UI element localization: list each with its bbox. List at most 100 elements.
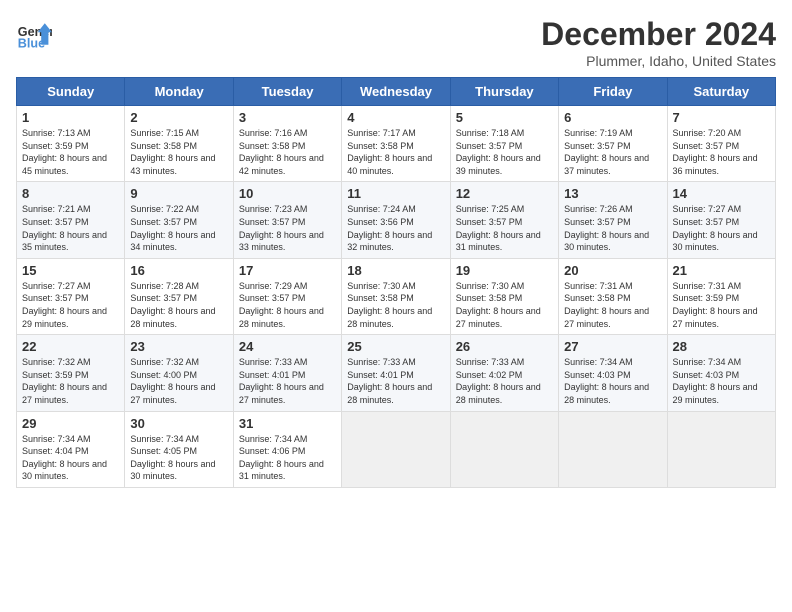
day-number: 29 xyxy=(22,416,119,431)
calendar-week-row: 22 Sunrise: 7:32 AMSunset: 3:59 PMDayligh… xyxy=(17,335,776,411)
day-info: Sunrise: 7:26 AMSunset: 3:57 PMDaylight:… xyxy=(564,203,661,253)
column-header-sunday: Sunday xyxy=(17,78,125,106)
day-number: 27 xyxy=(564,339,661,354)
calendar-cell: 30 Sunrise: 7:34 AMSunset: 4:05 PMDayligh… xyxy=(125,411,233,487)
calendar-cell: 8Sunrise: 7:21 AMSunset: 3:57 PMDaylight… xyxy=(17,182,125,258)
day-number: 13 xyxy=(564,186,661,201)
day-info: Sunrise: 7:15 AMSunset: 3:58 PMDaylight:… xyxy=(130,127,227,177)
calendar-cell: 15 Sunrise: 7:27 AMSunset: 3:57 PMDayligh… xyxy=(17,258,125,334)
day-info: Sunrise: 7:19 AMSunset: 3:57 PMDaylight:… xyxy=(564,127,661,177)
logo-icon: General Blue xyxy=(16,16,52,52)
calendar-cell: 31Sunrise: 7:34 AMSunset: 4:06 PMDayligh… xyxy=(233,411,341,487)
calendar-cell: 22 Sunrise: 7:32 AMSunset: 3:59 PMDayligh… xyxy=(17,335,125,411)
day-number: 10 xyxy=(239,186,336,201)
day-info: Sunrise: 7:23 AMSunset: 3:57 PMDaylight:… xyxy=(239,203,336,253)
day-number: 2 xyxy=(130,110,227,125)
day-number: 7 xyxy=(673,110,770,125)
calendar-cell: 29 Sunrise: 7:34 AMSunset: 4:04 PMDayligh… xyxy=(17,411,125,487)
day-number: 5 xyxy=(456,110,553,125)
calendar-cell xyxy=(342,411,450,487)
day-number: 9 xyxy=(130,186,227,201)
day-info: Sunrise: 7:20 AMSunset: 3:57 PMDaylight:… xyxy=(673,127,770,177)
day-number: 19 xyxy=(456,263,553,278)
day-number: 24 xyxy=(239,339,336,354)
day-info: Sunrise: 7:31 AMSunset: 3:59 PMDaylight:… xyxy=(673,280,770,330)
day-info: Sunrise: 7:22 AMSunset: 3:57 PMDaylight:… xyxy=(130,203,227,253)
column-header-monday: Monday xyxy=(125,78,233,106)
calendar-cell: 17 Sunrise: 7:29 AMSunset: 3:57 PMDayligh… xyxy=(233,258,341,334)
day-info: Sunrise: 7:32 AMSunset: 3:59 PMDaylight:… xyxy=(22,356,119,406)
day-number: 3 xyxy=(239,110,336,125)
calendar-cell: 28 Sunrise: 7:34 AMSunset: 4:03 PMDayligh… xyxy=(667,335,775,411)
day-number: 16 xyxy=(130,263,227,278)
day-number: 23 xyxy=(130,339,227,354)
calendar-cell: 9 Sunrise: 7:22 AMSunset: 3:57 PMDaylight… xyxy=(125,182,233,258)
day-info: Sunrise: 7:24 AMSunset: 3:56 PMDaylight:… xyxy=(347,203,444,253)
calendar-week-row: 15 Sunrise: 7:27 AMSunset: 3:57 PMDayligh… xyxy=(17,258,776,334)
day-info: Sunrise: 7:25 AMSunset: 3:57 PMDaylight:… xyxy=(456,203,553,253)
day-number: 14 xyxy=(673,186,770,201)
day-info: Sunrise: 7:17 AMSunset: 3:58 PMDaylight:… xyxy=(347,127,444,177)
day-number: 28 xyxy=(673,339,770,354)
day-info: Sunrise: 7:27 AMSunset: 3:57 PMDaylight:… xyxy=(673,203,770,253)
day-number: 20 xyxy=(564,263,661,278)
logo: General Blue xyxy=(16,16,52,52)
column-header-thursday: Thursday xyxy=(450,78,558,106)
day-info: Sunrise: 7:16 AMSunset: 3:58 PMDaylight:… xyxy=(239,127,336,177)
title-area: December 2024 Plummer, Idaho, United Sta… xyxy=(541,16,776,69)
day-number: 4 xyxy=(347,110,444,125)
day-info: Sunrise: 7:32 AMSunset: 4:00 PMDaylight:… xyxy=(130,356,227,406)
column-header-friday: Friday xyxy=(559,78,667,106)
day-info: Sunrise: 7:21 AMSunset: 3:57 PMDaylight:… xyxy=(22,203,119,253)
day-info: Sunrise: 7:34 AMSunset: 4:03 PMDaylight:… xyxy=(564,356,661,406)
calendar-cell: 12 Sunrise: 7:25 AMSunset: 3:57 PMDayligh… xyxy=(450,182,558,258)
page-header: General Blue December 2024 Plummer, Idah… xyxy=(16,16,776,69)
calendar-cell: 24 Sunrise: 7:33 AMSunset: 4:01 PMDayligh… xyxy=(233,335,341,411)
calendar-cell: 10 Sunrise: 7:23 AMSunset: 3:57 PMDayligh… xyxy=(233,182,341,258)
day-info: Sunrise: 7:33 AMSunset: 4:01 PMDaylight:… xyxy=(239,356,336,406)
day-info: Sunrise: 7:30 AMSunset: 3:58 PMDaylight:… xyxy=(347,280,444,330)
day-number: 12 xyxy=(456,186,553,201)
day-number: 17 xyxy=(239,263,336,278)
calendar-week-row: 1Sunrise: 7:13 AMSunset: 3:59 PMDaylight… xyxy=(17,106,776,182)
day-number: 30 xyxy=(130,416,227,431)
day-info: Sunrise: 7:34 AMSunset: 4:05 PMDaylight:… xyxy=(130,433,227,483)
day-number: 6 xyxy=(564,110,661,125)
column-header-wednesday: Wednesday xyxy=(342,78,450,106)
day-number: 22 xyxy=(22,339,119,354)
day-info: Sunrise: 7:30 AMSunset: 3:58 PMDaylight:… xyxy=(456,280,553,330)
calendar-cell: 25 Sunrise: 7:33 AMSunset: 4:01 PMDayligh… xyxy=(342,335,450,411)
svg-text:Blue: Blue xyxy=(18,37,45,51)
calendar-cell: 11Sunrise: 7:24 AMSunset: 3:56 PMDayligh… xyxy=(342,182,450,258)
location-title: Plummer, Idaho, United States xyxy=(541,53,776,69)
calendar-cell: 26 Sunrise: 7:33 AMSunset: 4:02 PMDayligh… xyxy=(450,335,558,411)
day-number: 25 xyxy=(347,339,444,354)
calendar-cell: 18 Sunrise: 7:30 AMSunset: 3:58 PMDayligh… xyxy=(342,258,450,334)
calendar-cell xyxy=(559,411,667,487)
day-number: 18 xyxy=(347,263,444,278)
month-title: December 2024 xyxy=(541,16,776,53)
day-info: Sunrise: 7:28 AMSunset: 3:57 PMDaylight:… xyxy=(130,280,227,330)
day-number: 15 xyxy=(22,263,119,278)
day-number: 26 xyxy=(456,339,553,354)
calendar-cell: 7 Sunrise: 7:20 AMSunset: 3:57 PMDaylight… xyxy=(667,106,775,182)
calendar-cell: 19 Sunrise: 7:30 AMSunset: 3:58 PMDayligh… xyxy=(450,258,558,334)
calendar-cell: 13 Sunrise: 7:26 AMSunset: 3:57 PMDayligh… xyxy=(559,182,667,258)
calendar-cell: 5Sunrise: 7:18 AMSunset: 3:57 PMDaylight… xyxy=(450,106,558,182)
day-info: Sunrise: 7:33 AMSunset: 4:02 PMDaylight:… xyxy=(456,356,553,406)
calendar-cell: 27 Sunrise: 7:34 AMSunset: 4:03 PMDayligh… xyxy=(559,335,667,411)
day-info: Sunrise: 7:34 AMSunset: 4:04 PMDaylight:… xyxy=(22,433,119,483)
calendar-cell: 14 Sunrise: 7:27 AMSunset: 3:57 PMDayligh… xyxy=(667,182,775,258)
calendar-cell: 2 Sunrise: 7:15 AMSunset: 3:58 PMDaylight… xyxy=(125,106,233,182)
day-info: Sunrise: 7:29 AMSunset: 3:57 PMDaylight:… xyxy=(239,280,336,330)
calendar-cell: 21 Sunrise: 7:31 AMSunset: 3:59 PMDayligh… xyxy=(667,258,775,334)
calendar-header-row: SundayMondayTuesdayWednesdayThursdayFrid… xyxy=(17,78,776,106)
day-number: 21 xyxy=(673,263,770,278)
day-info: Sunrise: 7:27 AMSunset: 3:57 PMDaylight:… xyxy=(22,280,119,330)
calendar-cell xyxy=(667,411,775,487)
day-info: Sunrise: 7:34 AMSunset: 4:03 PMDaylight:… xyxy=(673,356,770,406)
day-info: Sunrise: 7:33 AMSunset: 4:01 PMDaylight:… xyxy=(347,356,444,406)
calendar-week-row: 29 Sunrise: 7:34 AMSunset: 4:04 PMDayligh… xyxy=(17,411,776,487)
calendar-cell: 1Sunrise: 7:13 AMSunset: 3:59 PMDaylight… xyxy=(17,106,125,182)
calendar-table: SundayMondayTuesdayWednesdayThursdayFrid… xyxy=(16,77,776,488)
